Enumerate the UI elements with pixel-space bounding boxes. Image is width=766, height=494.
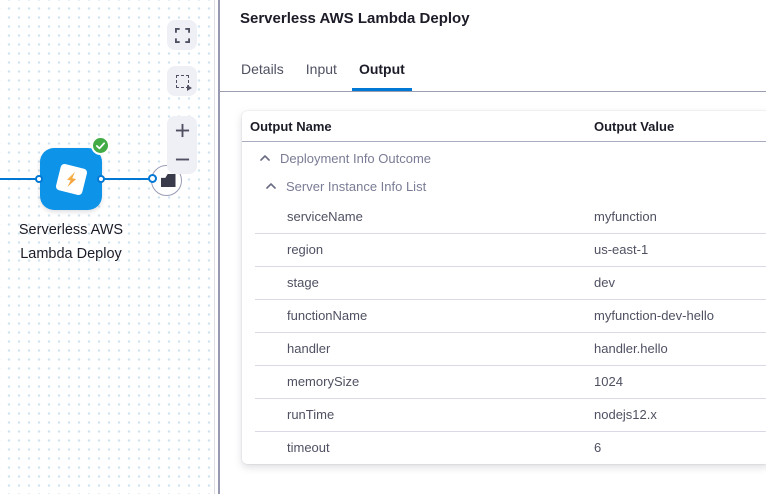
aws-lambda-lightning-icon [55, 163, 88, 196]
group-row-deployment-info-outcome[interactable]: Deployment Info Outcome [242, 144, 766, 172]
success-check-badge-icon [91, 136, 110, 155]
column-header-output-name: Output Name [242, 119, 594, 134]
pipeline-canvas[interactable]: Serverless AWS Lambda Deploy [0, 0, 215, 494]
plus-icon [175, 123, 190, 138]
minus-icon [175, 152, 190, 167]
output-value: dev [594, 275, 766, 290]
table-row: handler handler.hello [242, 332, 766, 365]
marquee-select-button[interactable] [167, 66, 197, 96]
output-name: stage [242, 275, 594, 290]
node-input-port[interactable] [35, 175, 43, 183]
zoom-in-button[interactable] [167, 116, 197, 145]
tab-details[interactable]: Details [241, 51, 284, 91]
fullscreen-icon [175, 28, 190, 43]
output-name: timeout [242, 440, 594, 455]
group-label: Server Instance Info List [286, 179, 426, 194]
chevron-up-icon [260, 155, 270, 161]
zoom-controls [167, 116, 197, 174]
fullscreen-button[interactable] [167, 20, 197, 50]
table-row: timeout 6 [242, 431, 766, 464]
column-header-output-value: Output Value [594, 119, 766, 134]
table-body: Deployment Info Outcome Server Instance … [242, 142, 766, 464]
output-value: myfunction-dev-hello [594, 308, 766, 323]
output-name: functionName [242, 308, 594, 323]
output-value: myfunction [594, 209, 766, 224]
table-row: stage dev [242, 266, 766, 299]
lambda-deploy-step-node[interactable] [40, 148, 102, 210]
edge-connector-ring [148, 174, 157, 183]
output-value: nodejs12.x [594, 407, 766, 422]
panel-title: Serverless AWS Lambda Deploy [220, 0, 766, 29]
output-value: handler.hello [594, 341, 766, 356]
zoom-out-button[interactable] [167, 145, 197, 174]
table-row: memorySize 1024 [242, 365, 766, 398]
table-row: runTime nodejs12.x [242, 398, 766, 431]
output-table-card: Output Name Output Value Deployment Info… [242, 111, 766, 464]
step-detail-panel: Serverless AWS Lambda Deploy Details Inp… [220, 0, 766, 494]
chevron-up-icon [266, 183, 276, 189]
table-header: Output Name Output Value [242, 111, 766, 141]
output-name: region [242, 242, 594, 257]
canvas-toolbar [167, 20, 197, 174]
marquee-select-icon [176, 75, 189, 88]
output-name: serviceName [242, 209, 594, 224]
app-window: Serverless AWS Lambda Deploy [0, 0, 766, 494]
table-row: region us-east-1 [242, 233, 766, 266]
output-name: handler [242, 341, 594, 356]
node-output-port[interactable] [97, 175, 105, 183]
group-row-server-instance-info-list[interactable]: Server Instance Info List [242, 172, 766, 200]
group-label: Deployment Info Outcome [280, 151, 431, 166]
output-name: memorySize [242, 374, 594, 389]
step-node-label: Serverless AWS Lambda Deploy [9, 218, 133, 266]
output-name: runTime [242, 407, 594, 422]
output-value: 1024 [594, 374, 766, 389]
output-value: 6 [594, 440, 766, 455]
tab-input[interactable]: Input [306, 51, 337, 91]
step-group-document-icon [161, 174, 176, 187]
panel-tabs: Details Input Output [220, 51, 766, 92]
table-row: functionName myfunction-dev-hello [242, 299, 766, 332]
output-value: us-east-1 [594, 242, 766, 257]
tab-output[interactable]: Output [359, 51, 405, 91]
table-row: serviceName myfunction [242, 200, 766, 233]
